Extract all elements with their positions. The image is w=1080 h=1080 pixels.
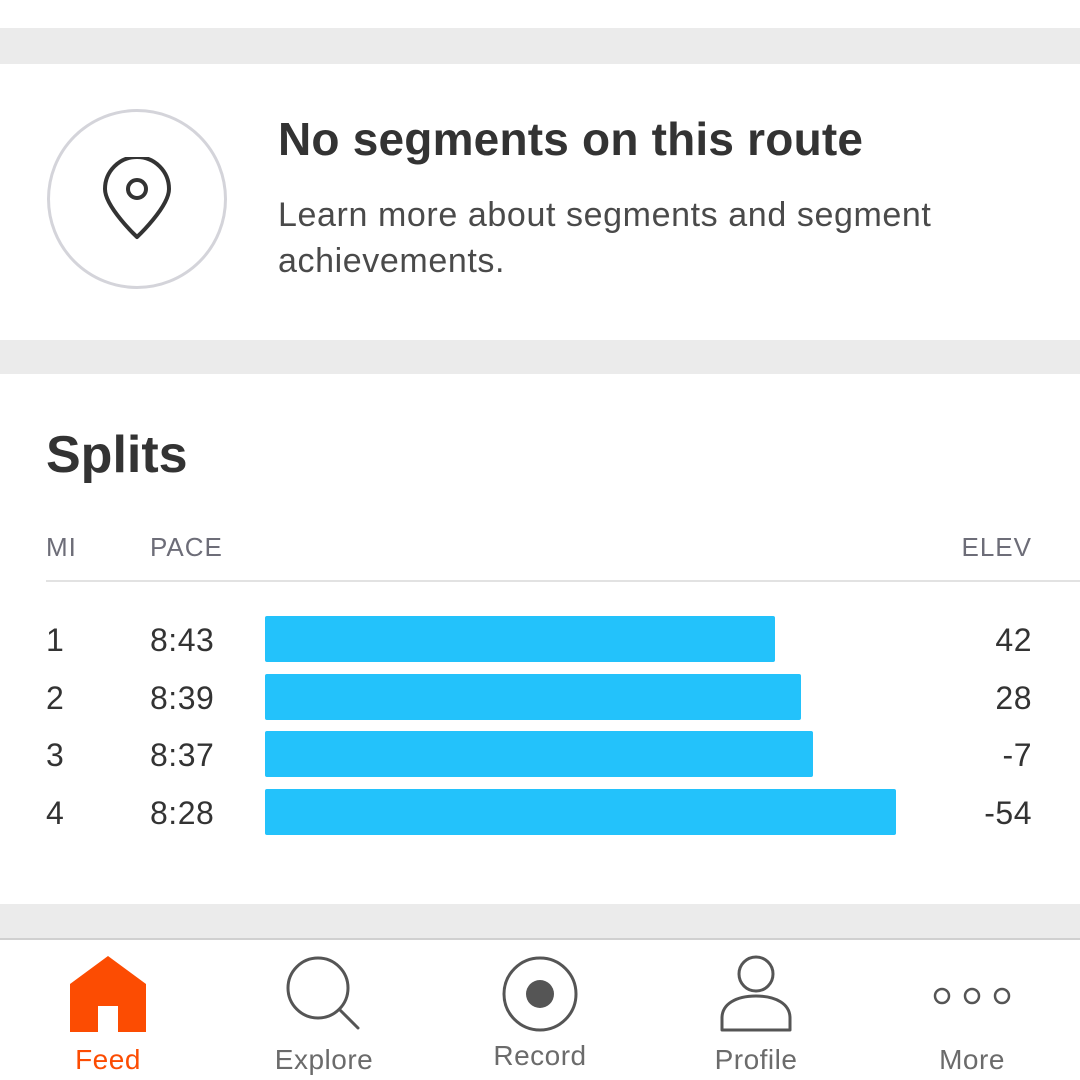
- tab-label: Profile: [714, 1044, 798, 1075]
- split-mile: 1: [46, 622, 64, 658]
- tab-profile[interactable]: Profile: [648, 940, 864, 1080]
- more-icon: [933, 987, 1011, 1005]
- split-row: 4 8:28 -54: [0, 788, 1080, 837]
- split-elevation: 42: [995, 622, 1032, 658]
- column-header-elev: ELEV: [961, 532, 1032, 562]
- tab-record[interactable]: Record: [432, 940, 648, 1080]
- split-elevation: 28: [995, 679, 1032, 716]
- section-divider: [0, 28, 1080, 64]
- tab-label: More: [939, 1044, 1005, 1075]
- split-pace: 8:39: [150, 679, 215, 716]
- splits-title: Splits: [46, 426, 188, 484]
- location-pin-icon: [103, 157, 171, 239]
- tab-feed[interactable]: Feed: [0, 940, 216, 1080]
- split-row: 2 8:39 28: [0, 673, 1080, 722]
- split-pace-bar: [265, 616, 775, 662]
- split-pace: 8:43: [150, 622, 215, 658]
- segments-title: No segments on this route: [278, 113, 864, 165]
- activity-screen: No segments on this route Learn more abo…: [0, 0, 1080, 1080]
- section-divider: [0, 904, 1080, 938]
- search-icon: [286, 956, 360, 1030]
- split-elevation: -7: [1002, 737, 1032, 773]
- split-mile: 4: [46, 794, 64, 831]
- home-icon: [70, 956, 146, 1032]
- column-header-mi: MI: [46, 532, 77, 562]
- column-header-pace: PACE: [150, 532, 223, 562]
- segment-placeholder-circle: [47, 109, 227, 289]
- section-divider: [0, 340, 1080, 374]
- split-elevation: -54: [984, 794, 1032, 831]
- tab-label: Explore: [274, 1044, 374, 1075]
- split-mile: 2: [46, 679, 64, 716]
- bottom-tab-bar: Feed Explore Record Profile More: [0, 938, 1080, 1080]
- tab-label: Record: [493, 1040, 587, 1071]
- split-pace-bar: [265, 731, 813, 777]
- tab-more[interactable]: More: [864, 940, 1080, 1080]
- header-divider: [46, 580, 1080, 582]
- tab-label: Feed: [75, 1044, 141, 1075]
- split-pace: 8:28: [150, 794, 215, 831]
- split-pace: 8:37: [150, 737, 215, 773]
- split-pace-bar: [265, 673, 801, 720]
- person-icon: [720, 955, 792, 1032]
- top-card-edge: [0, 0, 1080, 28]
- split-mile: 3: [46, 737, 64, 773]
- split-row: 3 8:37 -7: [0, 731, 1080, 779]
- split-pace-bar: [265, 788, 896, 835]
- record-icon: [502, 956, 578, 1032]
- segments-learn-more-link[interactable]: Learn more about segments and segment ac…: [278, 192, 1038, 284]
- split-row: 1 8:43 42: [0, 616, 1080, 664]
- tab-explore[interactable]: Explore: [216, 940, 432, 1080]
